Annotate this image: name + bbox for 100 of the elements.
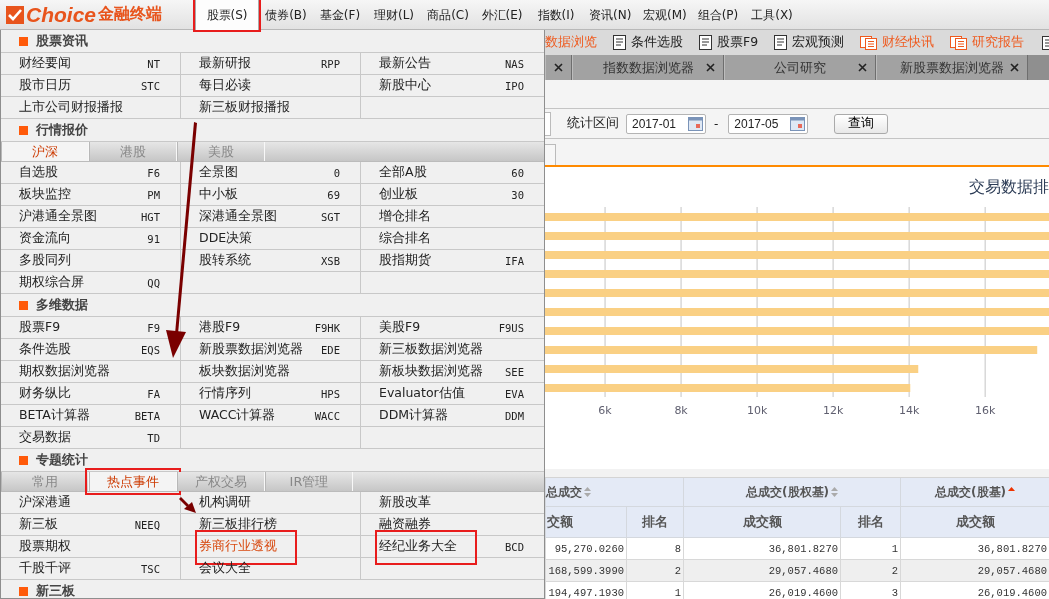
menu-bar-item[interactable]: 外汇(E) [475, 0, 529, 30]
menu-item[interactable]: 多股同列 [19, 252, 71, 269]
menu-item[interactable]: 板块监控 [19, 186, 71, 203]
menu-bar-item[interactable]: 商品(C) [421, 0, 475, 30]
menu-item[interactable]: 财经要闻 [19, 55, 71, 72]
menu-item[interactable]: 最新研报 [199, 55, 251, 72]
menu-item[interactable]: 条件选股 [19, 341, 71, 358]
menu-bar-item[interactable]: 工具(X) [745, 0, 799, 30]
table-cell: 95,270.0260 [545, 537, 627, 560]
menu-item[interactable]: 港股F9 [199, 319, 241, 336]
menu-item[interactable]: 千股千评 [19, 560, 71, 577]
shortcut-code: XSB [321, 254, 340, 267]
close-icon[interactable] [1010, 63, 1019, 72]
close-icon[interactable] [858, 63, 867, 72]
menu-item[interactable]: DDM计算器 [379, 407, 449, 424]
menu-item[interactable]: 板块数据浏览器 [199, 363, 290, 380]
sort-icon[interactable] [584, 487, 591, 497]
shortcut-code: 69 [327, 188, 340, 201]
field-label: 统计区间 [567, 115, 619, 132]
menu-item[interactable]: 创业板 [379, 186, 418, 203]
menu-item[interactable]: 股票期权 [19, 538, 71, 555]
toolbar-button[interactable]: 股票F9 [699, 34, 759, 51]
menu-item[interactable]: 全景图 [199, 164, 238, 181]
shortcut-code: PM [147, 188, 160, 201]
menu-item[interactable]: 沪港通全景图 [19, 208, 97, 225]
column-header: 排名 [626, 506, 684, 538]
menu-item[interactable]: 期权综合屏 [19, 274, 84, 291]
menu-item[interactable]: 股市日历 [19, 77, 71, 94]
shortcut-code: TD [147, 431, 160, 444]
menu-item[interactable]: 新三板排行榜 [199, 516, 277, 533]
menu-item[interactable]: 新股中心 [379, 77, 431, 94]
menu-bar-item[interactable]: 指数(I) [529, 0, 583, 30]
menu-item[interactable]: 新三板数据浏览器 [379, 341, 483, 358]
menu-item[interactable]: 新股票数据浏览器 [199, 341, 303, 358]
document-stack-icon [860, 35, 878, 50]
menu-item[interactable]: 全部A股 [379, 164, 427, 181]
menu-item[interactable]: 交易数据 [19, 429, 71, 446]
toolbar-button[interactable]: 宏观预测 [774, 34, 845, 51]
menu-item[interactable]: 上市公司财报播报 [19, 99, 123, 116]
menu-item[interactable]: BETA计算器 [19, 407, 90, 424]
menu-item[interactable]: 综合排名 [379, 230, 431, 247]
query-button[interactable]: 查询 [834, 113, 889, 134]
tab[interactable]: 沪深 [1, 142, 89, 161]
check-logo-icon [6, 5, 24, 24]
menu-item[interactable]: 新股改革 [379, 494, 431, 511]
menu-bar-item[interactable]: 宏观(M) [637, 0, 691, 30]
column-header: 排名 [840, 506, 901, 538]
menu-item[interactable]: 机构调研 [199, 494, 251, 511]
menu-item[interactable]: 股指期货 [379, 252, 431, 269]
sort-icon[interactable] [831, 487, 838, 497]
menu-item[interactable]: 增仓排名 [379, 208, 431, 225]
menu-item[interactable]: 行情序列 [199, 385, 251, 402]
menu-bar-item[interactable]: 债券(B) [259, 0, 313, 30]
shortcut-code: EQS [141, 343, 160, 356]
menu-item[interactable]: 自选股 [19, 164, 58, 181]
brand-subtitle: 金融终端 [98, 4, 162, 25]
menu-item[interactable]: WACC计算器 [199, 407, 276, 424]
menu-item[interactable]: 中小板 [199, 186, 238, 203]
menu-bar-item[interactable]: 组合(P) [691, 0, 745, 30]
tab[interactable] [545, 55, 572, 80]
menu-item[interactable]: 美股F9 [379, 319, 421, 336]
menu-bar-item[interactable]: 股票(S) [195, 0, 259, 30]
menu-bar-item[interactable]: 资讯(N) [583, 0, 637, 30]
menu-item[interactable]: 最新公告 [379, 55, 431, 72]
tab[interactable]: 指数数据浏览器 [572, 55, 724, 80]
shortcut-code: IPO [505, 79, 524, 92]
menu-item[interactable]: 深港通全景图 [199, 208, 277, 225]
menu-item[interactable]: 新三板 [19, 516, 58, 533]
menu-item[interactable]: 财务纵比 [19, 385, 71, 402]
menu-item[interactable]: 期权数据浏览器 [19, 363, 110, 380]
menu-bar-item[interactable]: 理财(L) [367, 0, 421, 30]
tab[interactable]: 新股票数据浏览器 [876, 55, 1028, 80]
document-icon [699, 35, 712, 50]
shortcut-code: 60 [511, 166, 524, 179]
menu-item[interactable]: 融资融券 [379, 516, 431, 533]
close-icon[interactable] [706, 63, 715, 72]
menu-item[interactable]: 股转系统 [199, 252, 251, 269]
calendar-icon[interactable] [688, 116, 703, 131]
shortcut-code: NT [147, 57, 160, 70]
axis-tick-label: 12k [822, 404, 844, 417]
menu-item[interactable]: 资金流向 [19, 230, 71, 247]
menu-item[interactable]: 新板块数据浏览器 [379, 363, 483, 380]
menu-item[interactable]: DDE决策 [199, 230, 253, 247]
date-field[interactable]: 2017-05 [728, 113, 809, 134]
close-icon[interactable] [554, 63, 563, 72]
menu-item[interactable]: Evaluator估值 [379, 385, 465, 402]
shortcut-code: BETA [134, 409, 160, 422]
menu-item[interactable]: 沪深港通 [19, 494, 71, 511]
menu-bar-item[interactable]: 基金(F) [313, 0, 367, 30]
menu-item[interactable]: 经纪业务大全 [375, 530, 477, 565]
shortcut-code: HGT [141, 210, 160, 223]
date-field[interactable]: 2017-01 [626, 113, 706, 134]
toolbar-button[interactable]: 条件选股 [613, 34, 683, 51]
menu-item[interactable]: 新三板财报播报 [199, 99, 290, 116]
menu-item[interactable]: 每日必读 [199, 77, 251, 94]
input-field[interactable] [545, 111, 551, 136]
tab[interactable]: 公司研究 [724, 55, 876, 80]
axis-tick-label: 14k [898, 404, 920, 417]
menu-item[interactable]: 股票F9 [19, 319, 61, 336]
calendar-icon[interactable] [790, 116, 806, 131]
